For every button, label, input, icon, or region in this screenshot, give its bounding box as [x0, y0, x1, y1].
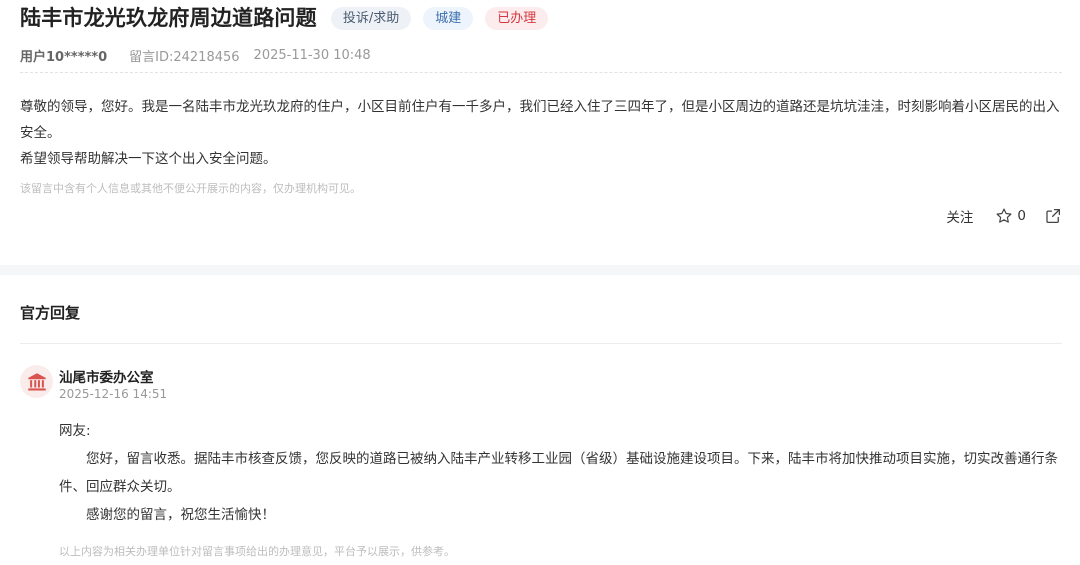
org-name: 汕尾市委办公室 — [59, 370, 154, 386]
title-row: 陆丰市龙光玖龙府周边道路问题 投诉/求助 城建 已办理 — [20, 4, 549, 32]
reply-paragraph: 您好，留言收悉。据陆丰市核查反馈，您反映的道路已被纳入陆丰产业转移工业园（省级）… — [59, 451, 1058, 495]
divider — [20, 343, 1062, 344]
government-building-icon — [27, 372, 46, 391]
message-body: 尊敬的领导，您好。我是一名陆丰市龙光玖龙府的住户，小区目前住户有一千多户，我们已… — [20, 94, 1066, 172]
reply-body: 网友: 您好，留言收悉。据陆丰市核查反馈，您反映的道路已被纳入陆丰产业转移工业园… — [59, 417, 1064, 529]
reply-time: 2025-12-16 14:51 — [59, 387, 168, 401]
share-icon — [1046, 208, 1061, 224]
star-outline-icon — [996, 208, 1012, 223]
type-tag: 投诉/求助 — [330, 6, 412, 30]
official-reply-card: 官方回复 汕尾市委办公室 2025-12-16 14:51 网友: 您好，留言收… — [0, 275, 1080, 565]
section-gap — [0, 265, 1080, 275]
message-card: 陆丰市龙光玖龙府周边道路问题 投诉/求助 城建 已办理 用户10*****0 留… — [0, 0, 1080, 265]
follow-button[interactable]: 关注 — [946, 206, 973, 226]
footer-note: 以上内容为相关办理单位针对留言事项给出的办理意见，平台予以展示，供参考。 — [59, 545, 455, 558]
message-paragraph: 尊敬的领导，您好。我是一名陆丰市龙光玖龙府的住户，小区目前住户有一千多户，我们已… — [20, 99, 1060, 141]
author-name: 用户10*****0 — [20, 50, 108, 65]
action-bar: 关注 0 — [946, 206, 1062, 226]
section-title: 官方回复 — [20, 304, 81, 322]
message-id: 留言ID:24218456 — [129, 50, 240, 65]
like-button[interactable]: 0 — [995, 207, 1026, 225]
field-tag: 城建 — [423, 6, 474, 30]
reply-greeting: 网友: — [59, 423, 91, 439]
like-count: 0 — [1017, 208, 1026, 224]
status-badge: 已办理 — [485, 6, 549, 30]
post-time: 2025-11-30 10:48 — [253, 48, 371, 63]
page-title: 陆丰市龙光玖龙府周边道路问题 — [20, 6, 317, 30]
divider — [20, 72, 1062, 73]
meta-row: 用户10*****0 留言ID:24218456 2025-11-30 10:4… — [20, 46, 371, 65]
share-button[interactable] — [1044, 207, 1062, 225]
avatar — [20, 365, 53, 398]
privacy-notice: 该留言中含有个人信息或其他不便公开展示的内容，仅办理机构可见。 — [20, 182, 361, 195]
reply-paragraph: 感谢您的留言，祝您生活愉快！ — [86, 507, 275, 523]
message-paragraph: 希望领导帮助解决一下这个出入安全问题。 — [20, 151, 277, 167]
